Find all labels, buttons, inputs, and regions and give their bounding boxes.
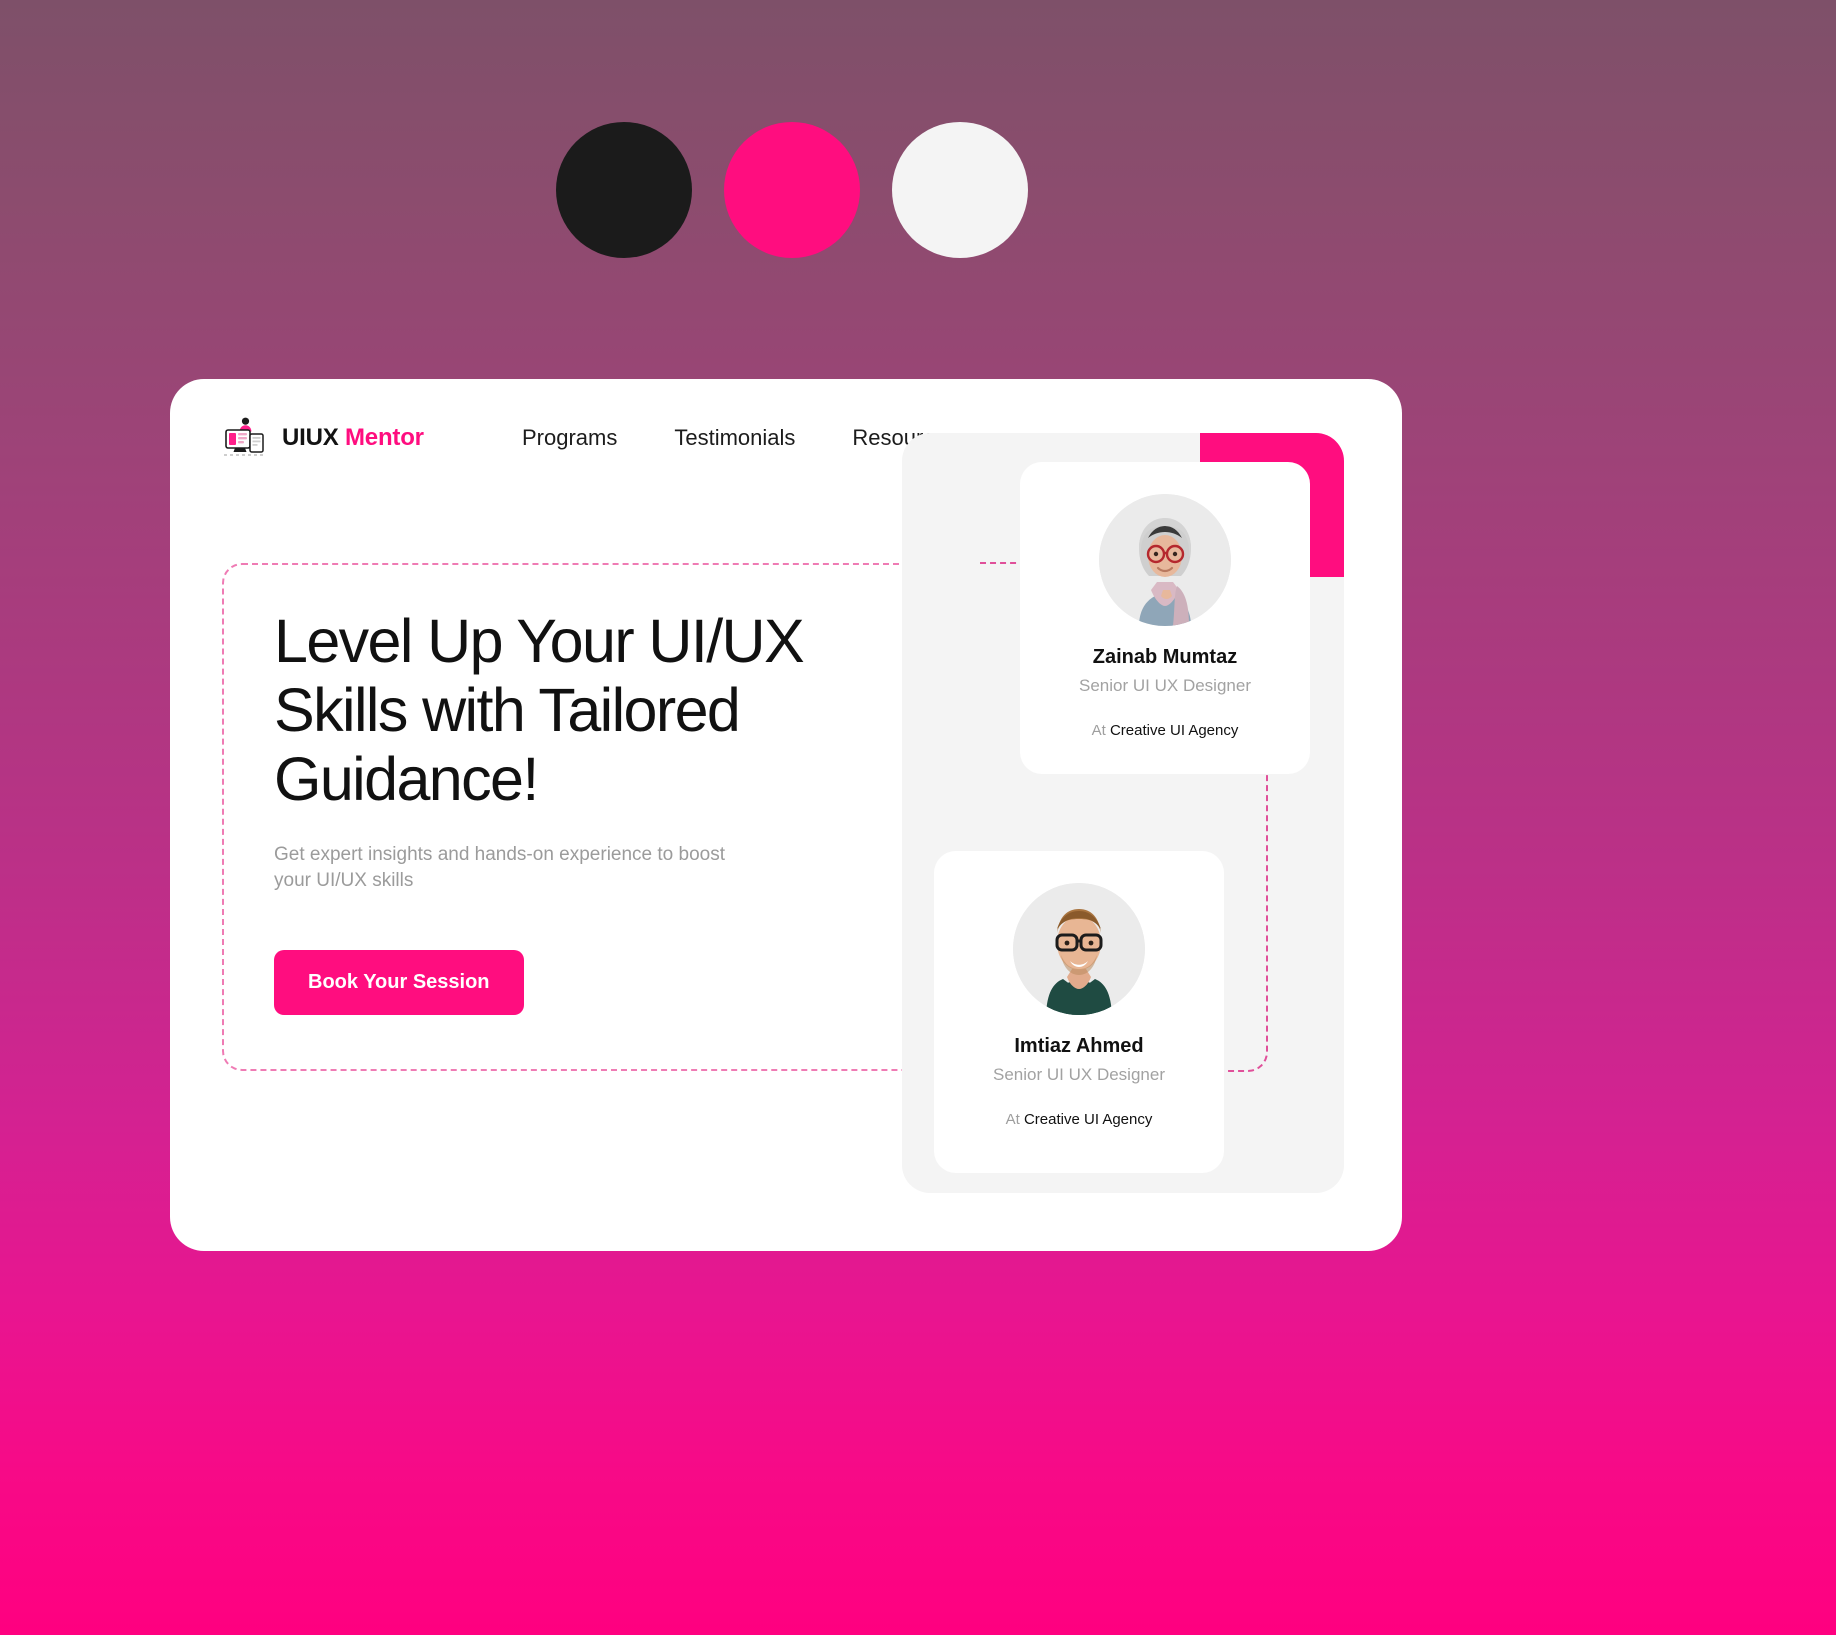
pink-swatch [724,122,860,258]
mentor-company-prefix: At [1005,1111,1020,1128]
avatar [1013,883,1145,1015]
color-swatch-row [556,122,1028,258]
page-title: Level Up Your UI/UX Skills with Tailored… [274,607,805,813]
white-swatch [892,122,1028,258]
brand-name: UIUX Mentor [282,424,424,452]
nav-item-programs[interactable]: Programs [522,425,617,451]
mentor-name: Imtiaz Ahmed [1014,1035,1144,1057]
brand-name-accent: Mentor [345,424,424,451]
mentor-company-name: Creative UI Agency [1109,722,1239,739]
brand-logo[interactable]: UIUX Mentor [222,416,424,460]
mentor-role: Senior UI UX Designer [1079,676,1251,695]
mentor-company: At Creative UI Agency [934,1111,1224,1128]
mentor-name: Zainab Mumtaz [1092,646,1238,668]
brand-name-primary: UIUX [282,424,339,451]
workstation-illustration-icon [222,416,268,460]
mentor-company: At Creative UI Agency [1020,722,1310,739]
black-swatch [556,122,692,258]
main-nav: Programs Testimonials Resources [522,425,958,451]
hero-content: Level Up Your UI/UX Skills with Tailored… [274,607,914,1015]
mentor-card[interactable]: Imtiaz Ahmed Senior UI UX Designer At Cr… [934,851,1224,1173]
mentor-role: Senior UI UX Designer [993,1065,1165,1084]
mentor-company-prefix: At [1091,722,1106,739]
mentor-card[interactable]: Zainab Mumtaz Senior UI UX Designer At C… [1020,462,1310,774]
hero-subtitle: Get expert insights and hands-on experie… [274,844,726,891]
nav-item-testimonials[interactable]: Testimonials [674,425,795,451]
mentor-company-name: Creative UI Agency [1023,1111,1153,1128]
book-session-button[interactable]: Book Your Session [274,950,524,1015]
avatar [1099,494,1231,626]
